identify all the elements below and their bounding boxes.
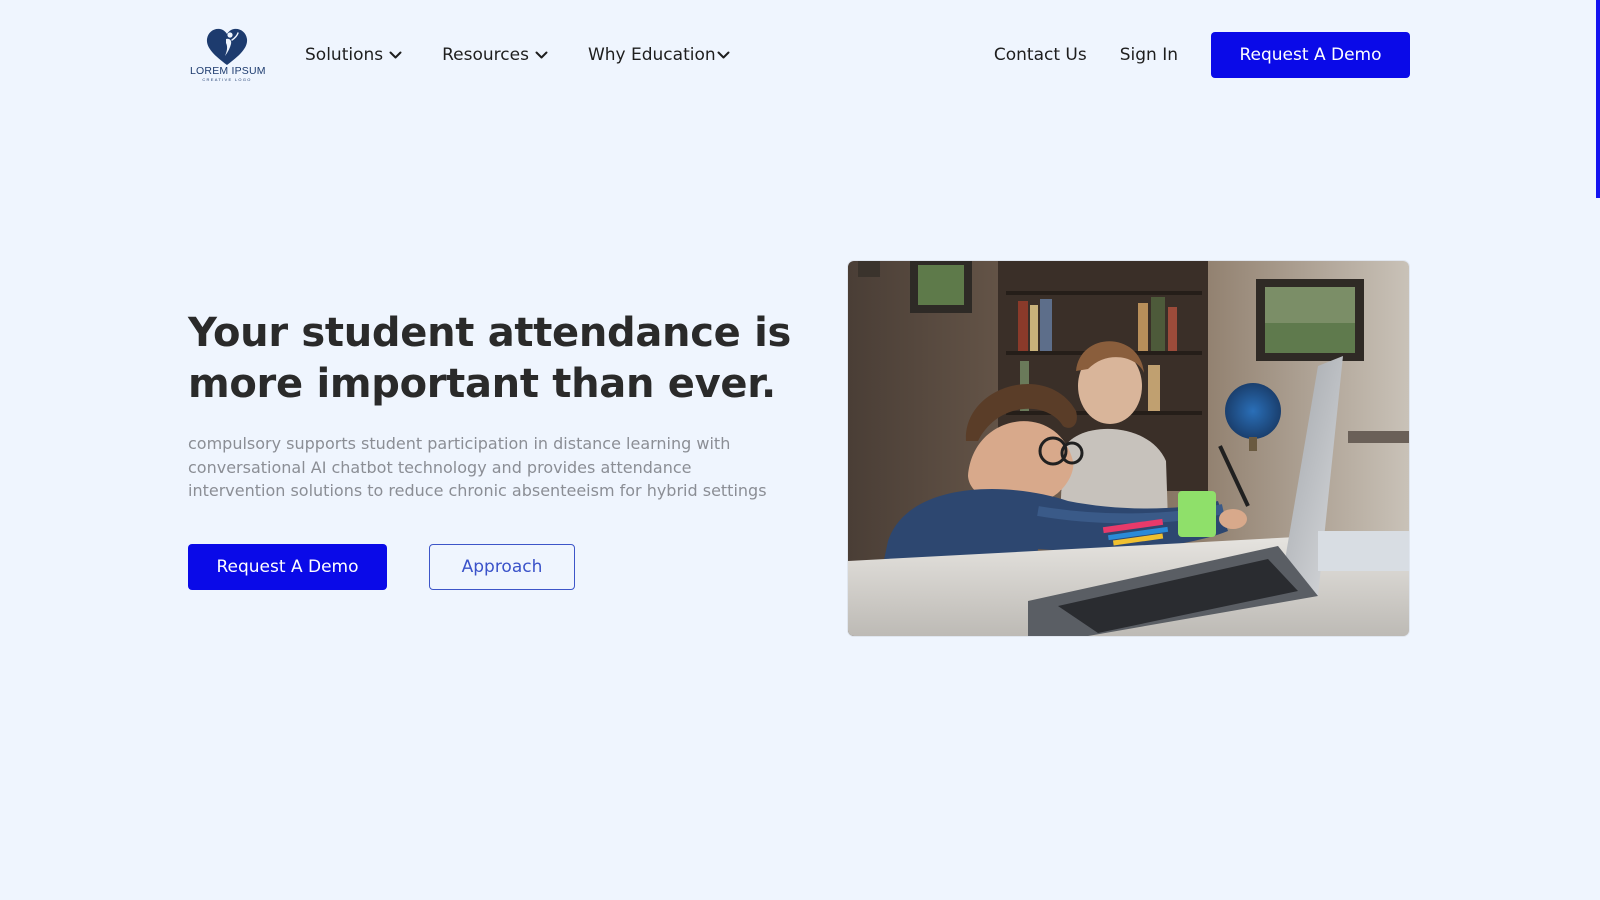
- menu-item-solutions[interactable]: Solutions: [305, 45, 402, 65]
- chevron-down-icon: [535, 45, 548, 65]
- menu-item-label: Resources: [442, 45, 529, 65]
- hero-description: compulsory supports student participatio…: [188, 434, 767, 500]
- hero-request-demo-button[interactable]: Request A Demo: [188, 544, 387, 590]
- top-navigation: LOREM IPSUM CREATIVE LOGO Solutions Reso…: [0, 0, 1600, 110]
- nav-actions: Contact Us Sign In Request A Demo: [994, 32, 1410, 78]
- chevron-down-icon: [717, 45, 730, 65]
- hero-photo: [848, 261, 1409, 636]
- menu-item-resources[interactable]: Resources: [442, 45, 548, 65]
- brand-logo[interactable]: LOREM IPSUM CREATIVE LOGO: [190, 28, 266, 82]
- chevron-down-icon: [389, 45, 402, 65]
- approach-button[interactable]: Approach: [429, 544, 575, 590]
- hero-actions: Request A Demo Approach: [188, 544, 575, 590]
- hero-photo-illustration: [848, 261, 1409, 636]
- main-menu: Solutions Resources Why Education: [305, 42, 730, 68]
- hero-title: Your student attendance is more importan…: [188, 310, 792, 407]
- menu-item-label: Why Education: [587, 45, 716, 65]
- menu-item-why-education[interactable]: Why Education: [588, 45, 730, 65]
- landing-page: LOREM IPSUM CREATIVE LOGO Solutions Reso…: [0, 0, 1600, 900]
- contact-us-link[interactable]: Contact Us: [994, 45, 1087, 65]
- brand-name: LOREM IPSUM: [190, 65, 266, 77]
- heart-person-logo-icon: [206, 28, 248, 65]
- sign-in-link[interactable]: Sign In: [1120, 45, 1178, 65]
- brand-tagline: CREATIVE LOGO: [202, 77, 252, 82]
- scrollbar-thumb[interactable]: [1596, 0, 1600, 198]
- page-scrollbar[interactable]: [1594, 0, 1600, 900]
- nav-request-demo-button[interactable]: Request A Demo: [1211, 32, 1410, 78]
- menu-item-label: Solutions: [305, 45, 384, 65]
